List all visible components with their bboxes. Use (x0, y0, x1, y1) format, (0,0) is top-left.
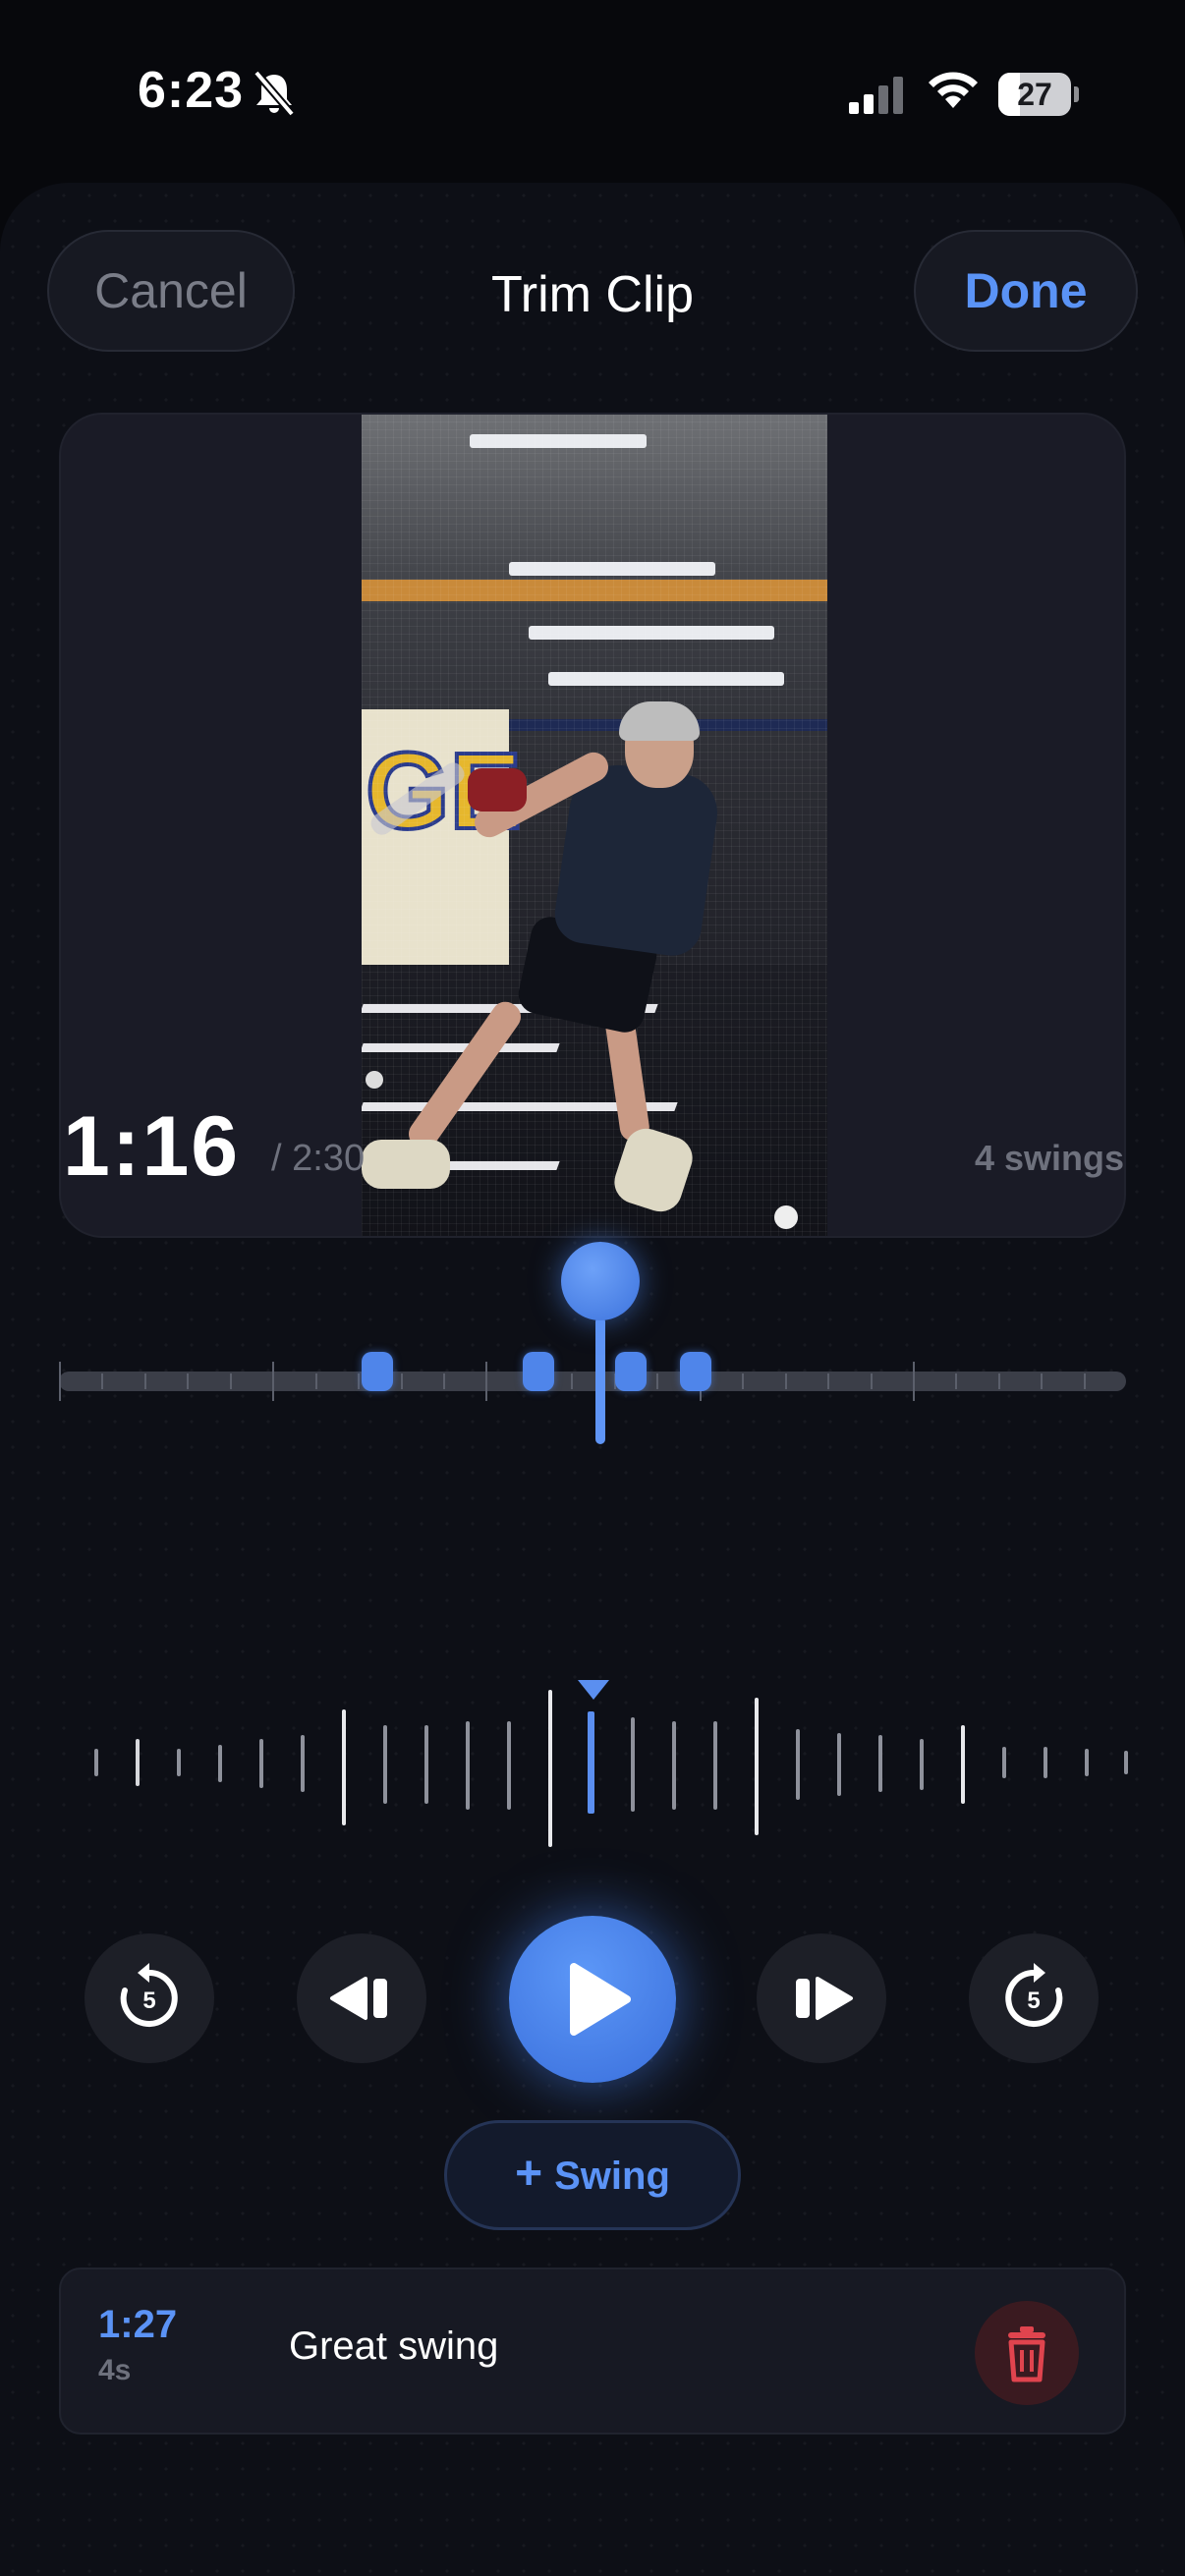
rewind-seconds: 5 (142, 1988, 155, 2014)
step-forward-icon (796, 1977, 853, 2020)
bell-muted-icon (253, 70, 296, 117)
plus-icon: + (515, 2148, 543, 2200)
forward-5-icon: 5 (1005, 1963, 1063, 2027)
battery-indicator: 27 (998, 73, 1079, 116)
swing-duration: 4s (98, 2354, 132, 2386)
forward-5-button[interactable]: 5 (969, 1933, 1099, 2063)
time-row: 1:16 / 2:30 4 swings (0, 1098, 1185, 1197)
play-icon (570, 1963, 631, 2036)
wifi-icon (929, 72, 978, 108)
swing-marker[interactable] (362, 1352, 393, 1391)
battery-level: 27 (1017, 77, 1052, 112)
done-button[interactable]: Done (914, 230, 1138, 352)
add-swing-label: Swing (554, 2155, 670, 2198)
forward-seconds: 5 (1027, 1988, 1040, 2014)
step-forward-button[interactable] (757, 1933, 886, 2063)
status-bar: 6:23 27 (0, 0, 1185, 187)
total-time: / 2:30 (271, 1138, 366, 1179)
playhead-line (595, 1316, 605, 1444)
sheet-header: Cancel Trim Clip Done (0, 183, 1185, 352)
swing-count: 4 swings (974, 1138, 1124, 1178)
step-back-button[interactable] (297, 1933, 426, 2063)
current-time: 1:16 (63, 1099, 241, 1194)
rewind-5-button[interactable]: 5 (85, 1933, 214, 2063)
clip-timeline[interactable] (59, 1352, 1126, 1401)
trash-icon (1008, 2326, 1045, 2382)
add-swing-button[interactable]: + Swing (444, 2120, 741, 2230)
status-time: 6:23 (138, 62, 245, 119)
play-button[interactable] (509, 1916, 676, 2083)
fine-scrub-ruler[interactable] (0, 1670, 1185, 1847)
playhead-handle[interactable] (561, 1242, 640, 1320)
delete-swing-button[interactable] (975, 2301, 1079, 2405)
swing-time: 1:27 (98, 2303, 178, 2346)
swing-marker[interactable] (680, 1352, 711, 1391)
swing-marker[interactable] (615, 1352, 647, 1391)
rewind-5-icon: 5 (120, 1963, 178, 2027)
cellular-signal-icon (849, 77, 903, 114)
swing-list-item[interactable]: 1:27 4s Great swing (59, 2268, 1126, 2435)
step-back-icon (330, 1977, 387, 2020)
swing-marker[interactable] (523, 1352, 554, 1391)
swing-label[interactable]: Great swing (289, 2324, 498, 2369)
